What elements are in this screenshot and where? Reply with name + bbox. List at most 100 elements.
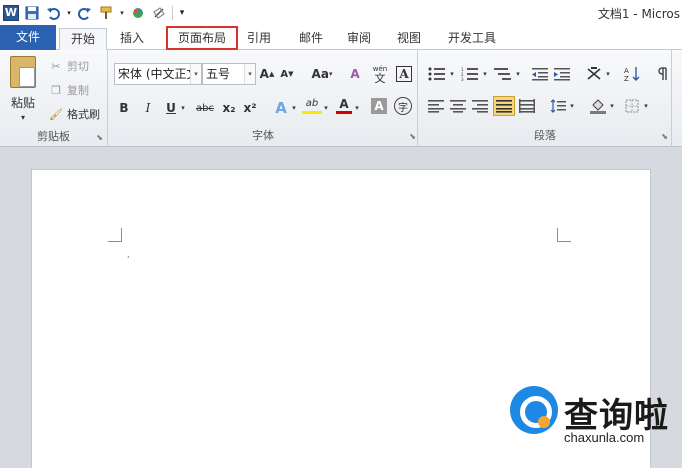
align-center-button[interactable] [448,96,468,116]
highlight-button[interactable]: ab [302,96,322,114]
change-case-button[interactable]: Aa ▾ [308,64,336,84]
numbering-button[interactable]: 123 [459,64,481,84]
superscript-button[interactable]: x² [242,98,258,118]
bold-button[interactable]: B [116,98,132,118]
scissors-icon: ✂ [51,59,61,73]
cut-label: 剪切 [67,60,89,73]
italic-button[interactable]: I [140,98,156,118]
tab-developer[interactable]: 开发工具 [442,28,502,50]
shrink-font-button[interactable]: A ▼ [279,64,295,84]
paragraph-launcher-icon[interactable]: ⬊ [661,132,668,141]
word-app-icon[interactable]: W [3,4,19,21]
enclose-chars-button[interactable]: 字 [394,97,412,115]
justify-icon [496,100,512,113]
customize-icon[interactable]: ▾ [178,5,186,21]
format-painter-button[interactable]: 🖌 格式刷 [48,106,100,122]
svg-text:A: A [624,67,629,75]
font-name-select[interactable]: 宋体 (中文正文) ▾ [114,63,202,85]
line-spacing-dropdown-icon[interactable]: ▾ [568,96,576,116]
save-icon[interactable] [24,5,40,21]
decrease-indent-button[interactable] [530,64,550,84]
borders-button[interactable] [622,96,642,116]
font-color-dropdown-icon[interactable]: ▾ [353,98,361,118]
font-group-label: 字体 [252,129,274,142]
copy-icon: ❐ [51,83,61,97]
subscript-button[interactable]: x₂ [221,98,237,118]
multilevel-dropdown-icon[interactable]: ▾ [514,64,522,84]
align-right-button[interactable] [470,96,490,116]
ribbon: 粘贴 ▾ ✂ 剪切 ❐ 复制 🖌 格式刷 剪贴板 ⬊ 宋体 (中文正文) ▾ 五… [0,50,682,147]
show-marks-button[interactable] [656,64,670,84]
paste-icon [10,56,36,88]
increase-indent-button[interactable] [552,64,572,84]
align-center-icon [450,100,466,113]
chevron-down-icon[interactable]: ▾ [244,64,255,84]
tab-file[interactable]: 文件 [0,25,56,50]
justify-button[interactable] [493,96,515,116]
text-effects-dropdown-icon[interactable]: ▾ [290,98,298,118]
format-painter-icon[interactable] [98,5,114,21]
paste-dropdown-icon[interactable]: ▾ [21,113,25,122]
clear-format-button[interactable]: A [346,64,364,84]
underline-button[interactable]: U [164,98,178,118]
paste-button[interactable]: 粘贴 ▾ [6,56,40,122]
no-format-icon[interactable] [151,5,167,21]
chevron-down-icon[interactable]: ▾ [190,64,201,84]
multilevel-list-button[interactable] [492,64,514,84]
clear-format-icon: A [350,67,360,81]
paste-label: 粘贴 [10,96,35,110]
tab-mailings[interactable]: 邮件 [293,28,329,50]
text-cursor: , [127,250,130,259]
phonetic-guide-button[interactable]: wén 文 [370,64,390,84]
tab-page-layout[interactable]: 页面布局 [166,26,238,50]
font-launcher-icon[interactable]: ⬊ [409,132,416,141]
align-left-button[interactable] [426,96,446,116]
clipboard-launcher-icon[interactable]: ⬊ [96,133,103,142]
increase-indent-icon [554,68,570,81]
clipboard-group: 粘贴 ▾ ✂ 剪切 ❐ 复制 🖌 格式刷 剪贴板 ⬊ [0,50,108,147]
underline-dropdown-icon[interactable]: ▾ [179,98,187,118]
bullets-dropdown-icon[interactable]: ▾ [448,64,456,84]
tab-references[interactable]: 引用 [241,28,277,50]
distributed-button[interactable] [517,96,537,116]
paragraph-group-label: 段落 [534,129,556,142]
undo-icon[interactable] [45,5,61,21]
tab-view[interactable]: 视图 [391,28,427,50]
copy-button[interactable]: ❐ 复制 [48,82,89,98]
tab-review[interactable]: 审阅 [341,28,377,50]
char-border-button[interactable]: A [395,64,413,84]
line-spacing-button[interactable] [548,96,568,116]
char-border-icon: A [396,66,412,82]
margin-corner-top-left [108,228,122,242]
strikethrough-button[interactable]: abc [195,98,215,118]
title-bar: W ▾ ▾ ▾ 文档1 - Micros [0,0,682,25]
font-color-button[interactable]: A [336,96,352,114]
redo-icon[interactable] [77,5,93,21]
color-icon[interactable] [130,5,146,21]
svg-text:3: 3 [461,77,464,81]
margin-corner-top-right [557,228,571,242]
cut-button[interactable]: ✂ 剪切 [48,58,89,74]
numbering-dropdown-icon[interactable]: ▾ [481,64,489,84]
format-dropdown-icon[interactable]: ▾ [119,5,125,21]
sort-icon: AZ [624,67,640,82]
shading-dropdown-icon[interactable]: ▾ [608,96,616,116]
undo-dropdown-icon[interactable]: ▾ [66,5,72,21]
tab-insert[interactable]: 插入 [112,28,152,50]
text-effects-button[interactable]: A [272,98,290,118]
asian-layout-dropdown-icon[interactable]: ▾ [604,64,612,84]
window-title: 文档1 - Micros [597,7,680,21]
sort-button[interactable]: AZ [622,64,642,84]
grow-font-button[interactable]: A ▲ [259,64,275,84]
numbering-icon: 123 [461,67,478,81]
borders-dropdown-icon[interactable]: ▾ [642,96,650,116]
shading-button[interactable] [588,96,608,116]
decrease-indent-icon [532,68,548,81]
tab-home[interactable]: 开始 [59,28,107,51]
asian-layout-button[interactable] [584,64,604,84]
char-shading-button[interactable]: A [371,98,387,114]
font-size-select[interactable]: 五号 ▾ [202,63,256,85]
bullets-button[interactable] [426,64,448,84]
highlight-dropdown-icon[interactable]: ▾ [322,98,330,118]
svg-text:Z: Z [624,75,629,82]
